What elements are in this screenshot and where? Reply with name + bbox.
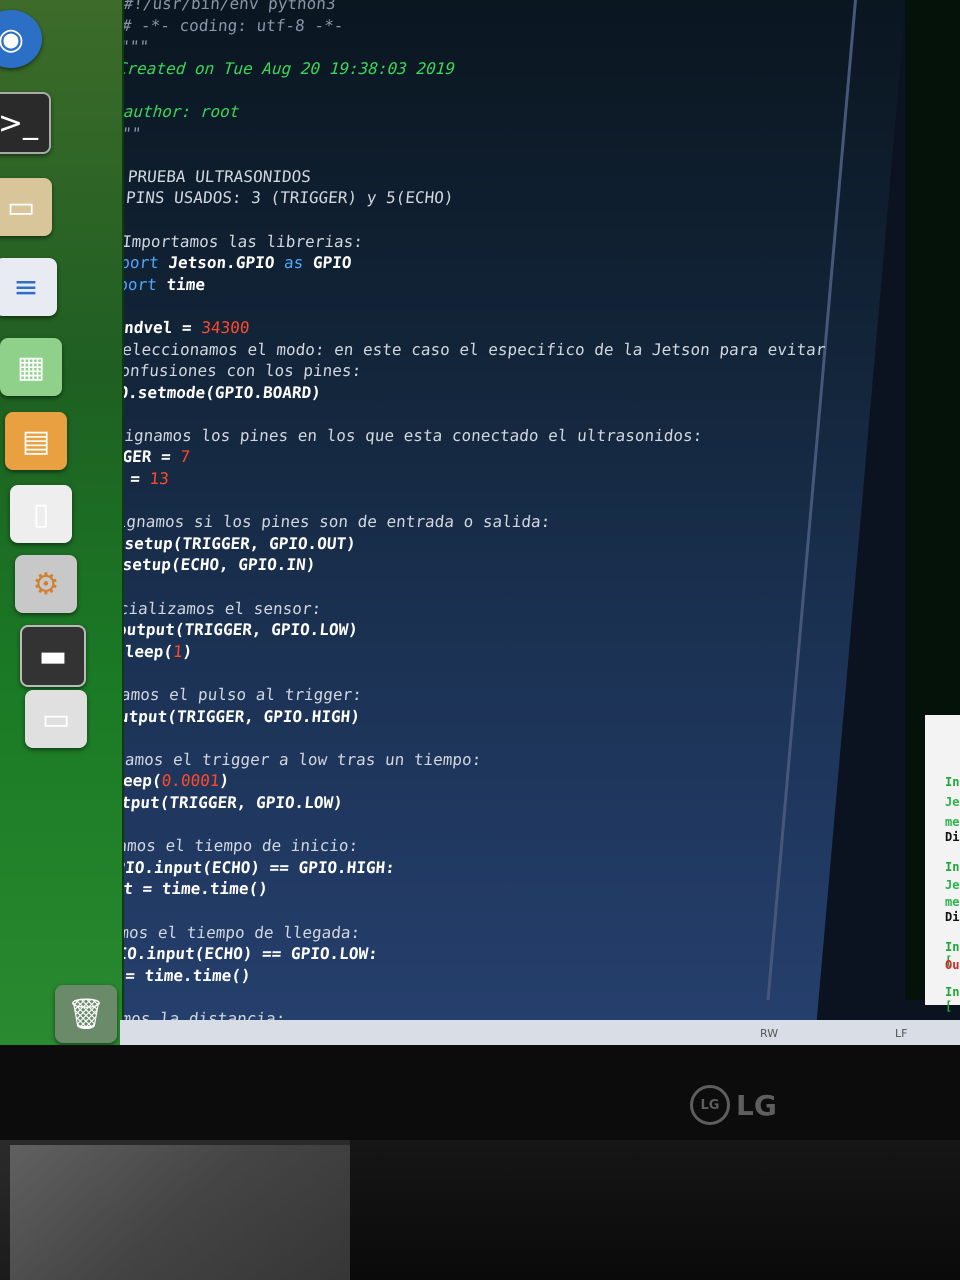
console-line: Dis <box>945 830 960 844</box>
code-line[interactable]: 29# Inicializamos el sensor: <box>30 598 812 620</box>
code-line[interactable]: 24 <box>39 490 821 512</box>
status-bar: RW LF <box>120 1020 960 1045</box>
terminal-icon-2[interactable]: ▬ <box>20 625 86 687</box>
code-text: Created on Tue Aug 20 19:38:03 2019 <box>117 58 457 78</box>
code-line[interactable]: 23ECHO = 13 <box>41 468 823 490</box>
monitor-bezel: 1#!/usr/bin/env python32# -*- coding: ut… <box>0 0 960 1140</box>
code-line[interactable]: 11 <box>64 209 846 231</box>
code-text: # PRUEBA ULTRASONIDOS <box>107 166 312 186</box>
code-text: # -*- coding: utf-8 -*- <box>120 15 345 35</box>
code-line[interactable]: 12# Importamos las librerias: <box>62 231 844 253</box>
browser-icon[interactable]: ◉ <box>0 10 42 68</box>
code-line[interactable]: 22TRIGGER = 7 <box>43 446 825 468</box>
settings-icon[interactable]: ⚙ <box>15 555 77 613</box>
drive-icon[interactable]: ▭ <box>25 690 87 748</box>
terminal-icon[interactable]: >_ <box>0 92 51 154</box>
spreadsheet-icon[interactable]: ▦ <box>0 338 62 396</box>
rw-indicator: RW <box>760 1027 779 1040</box>
code-line[interactable]: 7""" <box>71 123 853 145</box>
code-text: #!/usr/bin/env python3 <box>122 0 337 13</box>
code-text: # Seleccionamos el modo: en este caso el… <box>92 339 827 359</box>
console-line: Dis <box>945 910 960 924</box>
trash-icon[interactable]: 🗑 <box>55 985 117 1043</box>
code-line[interactable]: 32 <box>24 662 806 684</box>
code-line[interactable]: 3""" <box>79 36 861 58</box>
code-line[interactable]: 10# PINS USADOS: 3 (TRIGGER) y 5(ECHO) <box>66 187 848 209</box>
code-line[interactable]: 16soundvel = 34300 <box>54 317 836 339</box>
screen: 1#!/usr/bin/env python32# -*- coding: ut… <box>0 0 960 1045</box>
code-line[interactable]: 40# Guardamos el tiempo de inicio: <box>9 835 791 857</box>
code-line[interactable]: 25# Asignamos si los pines son de entrad… <box>37 511 819 533</box>
files-icon[interactable]: ▭ <box>0 178 52 236</box>
console-line: me <box>945 895 960 909</box>
code-text: # Asignamos si los pines son de entrada … <box>77 512 552 532</box>
code-area[interactable]: 1#!/usr/bin/env python32# -*- coding: ut… <box>0 0 865 1045</box>
code-line[interactable]: 37time.sleep(0.0001) <box>15 770 797 792</box>
brand-label: LG <box>736 1088 777 1122</box>
code-line[interactable]: 26GPIO.setup(TRIGGER, GPIO.OUT) <box>35 533 817 555</box>
code-line[interactable]: 4Created on Tue Aug 20 19:38:03 2019 <box>77 58 859 80</box>
code-line[interactable]: 9# PRUEBA ULTRASONIDOS <box>68 166 850 188</box>
console-line: Je <box>945 878 960 892</box>
eol-indicator: LF <box>895 1027 908 1040</box>
code-line[interactable]: 2# -*- coding: utf-8 -*- <box>81 15 863 37</box>
code-text: @author: root <box>113 101 241 121</box>
console-line: Je <box>945 795 960 809</box>
code-line[interactable]: 28 <box>32 576 814 598</box>
code-line[interactable]: 34GPIO.output(TRIGGER, GPIO.HIGH) <box>20 706 802 728</box>
lg-logo-icon: LG <box>690 1085 730 1125</box>
code-editor[interactable]: 1#!/usr/bin/env python32# -*- coding: ut… <box>0 0 907 1045</box>
document-icon[interactable]: ▯ <box>10 485 72 543</box>
code-text: # PINS USADOS: 3 (TRIGGER) y 5(ECHO) <box>105 188 455 208</box>
code-line[interactable]: 41while GPIO.input(ECHO) == GPIO.HIGH: <box>7 857 789 879</box>
console-line: In <box>945 775 960 789</box>
presentation-icon[interactable]: ▤ <box>5 412 67 470</box>
code-line[interactable]: 6@author: root <box>73 101 855 123</box>
code-line[interactable]: 17# Seleccionamos el modo: en este caso … <box>52 339 834 361</box>
code-line[interactable]: 18# confusiones con los pines: <box>51 360 833 382</box>
text-editor-icon[interactable]: ≡ <box>0 258 57 316</box>
console-line: me <box>945 815 960 829</box>
console-line: In [ <box>945 985 960 1013</box>
code-line[interactable]: 36# Cambiamos el trigger a low tras un t… <box>17 749 799 771</box>
code-line[interactable]: 21# Asignamos los pines en los que esta … <box>45 425 827 447</box>
code-line[interactable]: 8 <box>69 144 851 166</box>
launcher-dock: ◉ >_ ▭ ≡ ▦ ▤ ▯ ⚙ ▬ ▭ 🗑 <box>0 0 124 1045</box>
code-line[interactable]: 30GPIO.output(TRIGGER, GPIO.LOW) <box>28 619 810 641</box>
code-line[interactable]: 27GPIO.setup(ECHO, GPIO.IN) <box>34 554 816 576</box>
code-line[interactable]: 14import time <box>58 274 840 296</box>
code-line[interactable]: 13import Jetson.GPIO as GPIO <box>60 252 842 274</box>
code-line[interactable]: 15 <box>56 295 838 317</box>
code-line[interactable]: 39 <box>11 814 793 836</box>
code-line[interactable]: 31time.sleep(1) <box>26 641 808 663</box>
code-line[interactable]: 20 <box>47 403 829 425</box>
code-line[interactable]: 35 <box>18 727 800 749</box>
code-line[interactable]: 19GPIO.setmode(GPIO.BOARD) <box>49 382 831 404</box>
code-text: # Asignamos los pines en los que esta co… <box>85 425 704 445</box>
monitor-stand <box>350 1140 960 1280</box>
desk-surface <box>10 1145 350 1280</box>
code-line[interactable]: 1#!/usr/bin/env python3 <box>83 0 865 15</box>
code-line[interactable]: 38GPIO.output(TRIGGER, GPIO.LOW) <box>13 792 795 814</box>
code-text: # confusiones con los pines: <box>90 361 363 381</box>
monitor-logo: LG LG <box>690 1085 777 1125</box>
console-line: In <box>945 860 960 874</box>
code-line[interactable]: 33# Mandamos el pulso al trigger: <box>22 684 804 706</box>
code-text: # Importamos las librerias: <box>102 231 364 251</box>
code-text: import Jetson.GPIO as GPIO <box>100 253 353 273</box>
code-line[interactable]: 5 <box>75 79 857 101</box>
console-line: Out[ <box>945 958 960 972</box>
